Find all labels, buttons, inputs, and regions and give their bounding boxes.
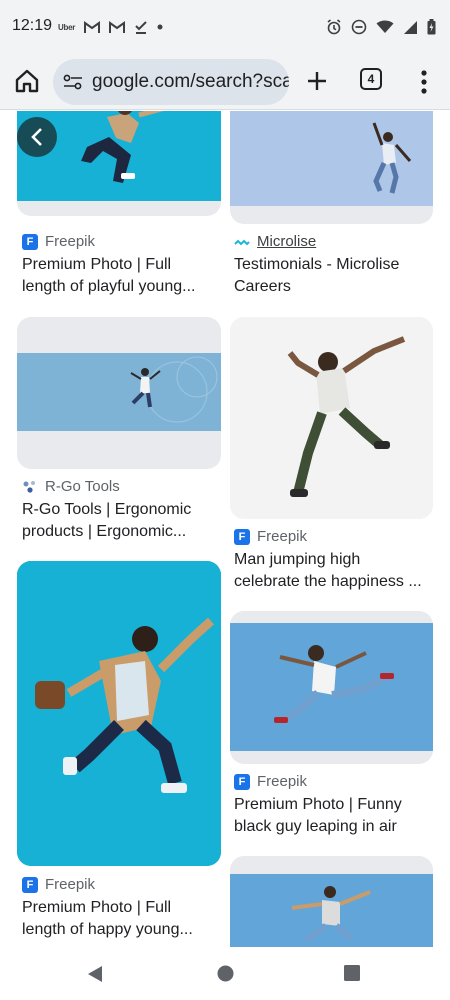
result-title[interactable]: Man jumping high celebrate the happiness… — [234, 549, 434, 593]
new-tab-icon[interactable] — [302, 66, 332, 96]
title-line: Premium Photo | Full — [22, 899, 172, 916]
freepik-favicon: F — [22, 876, 38, 893]
uber-icon: Uber — [58, 22, 76, 32]
tab-switcher-button[interactable]: 4 — [360, 68, 382, 90]
recents-nav-icon[interactable] — [344, 965, 360, 981]
source-name: R-Go Tools — [45, 478, 120, 495]
result-source[interactable]: F Freepik — [234, 773, 307, 790]
result-title[interactable]: Premium Photo | Full length of playful y… — [22, 254, 222, 298]
title-line: length of playful young... — [22, 278, 196, 295]
address-bar[interactable]: google.com/search?sca_ — [53, 59, 289, 105]
overflow-menu-icon[interactable] — [413, 67, 435, 97]
result-image[interactable] — [230, 856, 433, 947]
battery-icon — [427, 19, 436, 35]
result-image[interactable] — [17, 317, 221, 469]
freepik-favicon: F — [22, 233, 38, 250]
title-line: length of happy young... — [22, 921, 193, 938]
jumping-man-photo — [230, 623, 433, 751]
tasks-icon — [135, 21, 147, 34]
home-nav-icon[interactable] — [217, 965, 234, 982]
carousel-back-button[interactable] — [17, 117, 57, 157]
freepik-favicon: F — [234, 528, 250, 545]
title-line: Premium Photo | Funny — [234, 796, 402, 813]
result-title[interactable]: Premium Photo | Full length of happy you… — [22, 897, 222, 941]
title-line: Careers — [234, 278, 291, 295]
title-line: black guy leaping in air — [234, 818, 397, 835]
title-line: Premium Photo | Full — [22, 256, 172, 273]
do-not-disturb-icon — [351, 19, 367, 35]
title-line: products | Ergonomic... — [22, 523, 187, 540]
result-source[interactable]: F Freepik — [234, 528, 307, 545]
jumping-man-photo — [230, 111, 433, 206]
result-image[interactable] — [17, 561, 221, 866]
jumping-man-photo — [17, 561, 221, 866]
source-name: Freepik — [257, 528, 308, 545]
source-name: Freepik — [45, 876, 96, 893]
result-source[interactable]: F Freepik — [22, 876, 95, 893]
source-name: Freepik — [257, 773, 308, 790]
title-line: celebrate the happiness ... — [234, 573, 422, 590]
browser-toolbar: google.com/search?sca_ 4 — [0, 54, 450, 110]
home-icon[interactable] — [12, 66, 42, 96]
result-title[interactable]: R-Go Tools | Ergonomic products | Ergono… — [22, 499, 222, 543]
tab-count: 4 — [367, 72, 375, 86]
microlise-favicon — [234, 239, 250, 245]
jumping-man-photo — [230, 874, 433, 947]
notification-icons: Uber — [58, 17, 163, 37]
result-source[interactable]: F Freepik — [22, 233, 95, 250]
wifi-icon — [376, 20, 394, 33]
back-nav-icon[interactable] — [86, 965, 104, 983]
gmail-icon — [109, 20, 126, 33]
rgo-tools-favicon — [23, 480, 35, 493]
result-image[interactable] — [230, 317, 433, 519]
result-title[interactable]: Testimonials - Microlise Careers — [234, 254, 434, 298]
result-image[interactable] — [230, 111, 433, 224]
url-text: google.com/search?sca_ — [92, 71, 289, 92]
title-line: Testimonials - Microlise — [234, 256, 400, 273]
source-name: Freepik — [45, 233, 96, 250]
jumping-man-photo — [230, 317, 433, 519]
result-title[interactable]: Premium Photo | Funny black guy leaping … — [234, 794, 434, 838]
gmail-icon — [84, 20, 101, 33]
system-navigation-bar — [0, 947, 450, 1000]
status-time: 12:19 — [12, 17, 53, 34]
freepik-favicon: F — [234, 773, 250, 790]
title-line: R-Go Tools | Ergonomic — [22, 501, 192, 518]
jumping-man-banner — [17, 353, 221, 431]
more-notifications-icon — [157, 24, 163, 30]
alarm-icon — [327, 19, 341, 35]
phone-screen: { "status_bar": { "time": "12:19", "uber… — [0, 0, 450, 1000]
result-source[interactable]: R-Go Tools — [22, 478, 120, 495]
chevron-left-icon — [31, 128, 42, 146]
result-image[interactable] — [230, 611, 433, 764]
site-settings-icon[interactable] — [63, 74, 83, 90]
image-results-grid: F Freepik Premium Photo | Full length of… — [0, 111, 450, 947]
status-bar: 12:19 Uber — [0, 0, 450, 54]
source-name: Microlise — [257, 233, 317, 250]
title-line: Man jumping high — [234, 551, 361, 568]
system-icons — [326, 17, 436, 37]
signal-icon — [404, 20, 417, 34]
result-source[interactable]: Microlise — [234, 233, 316, 250]
